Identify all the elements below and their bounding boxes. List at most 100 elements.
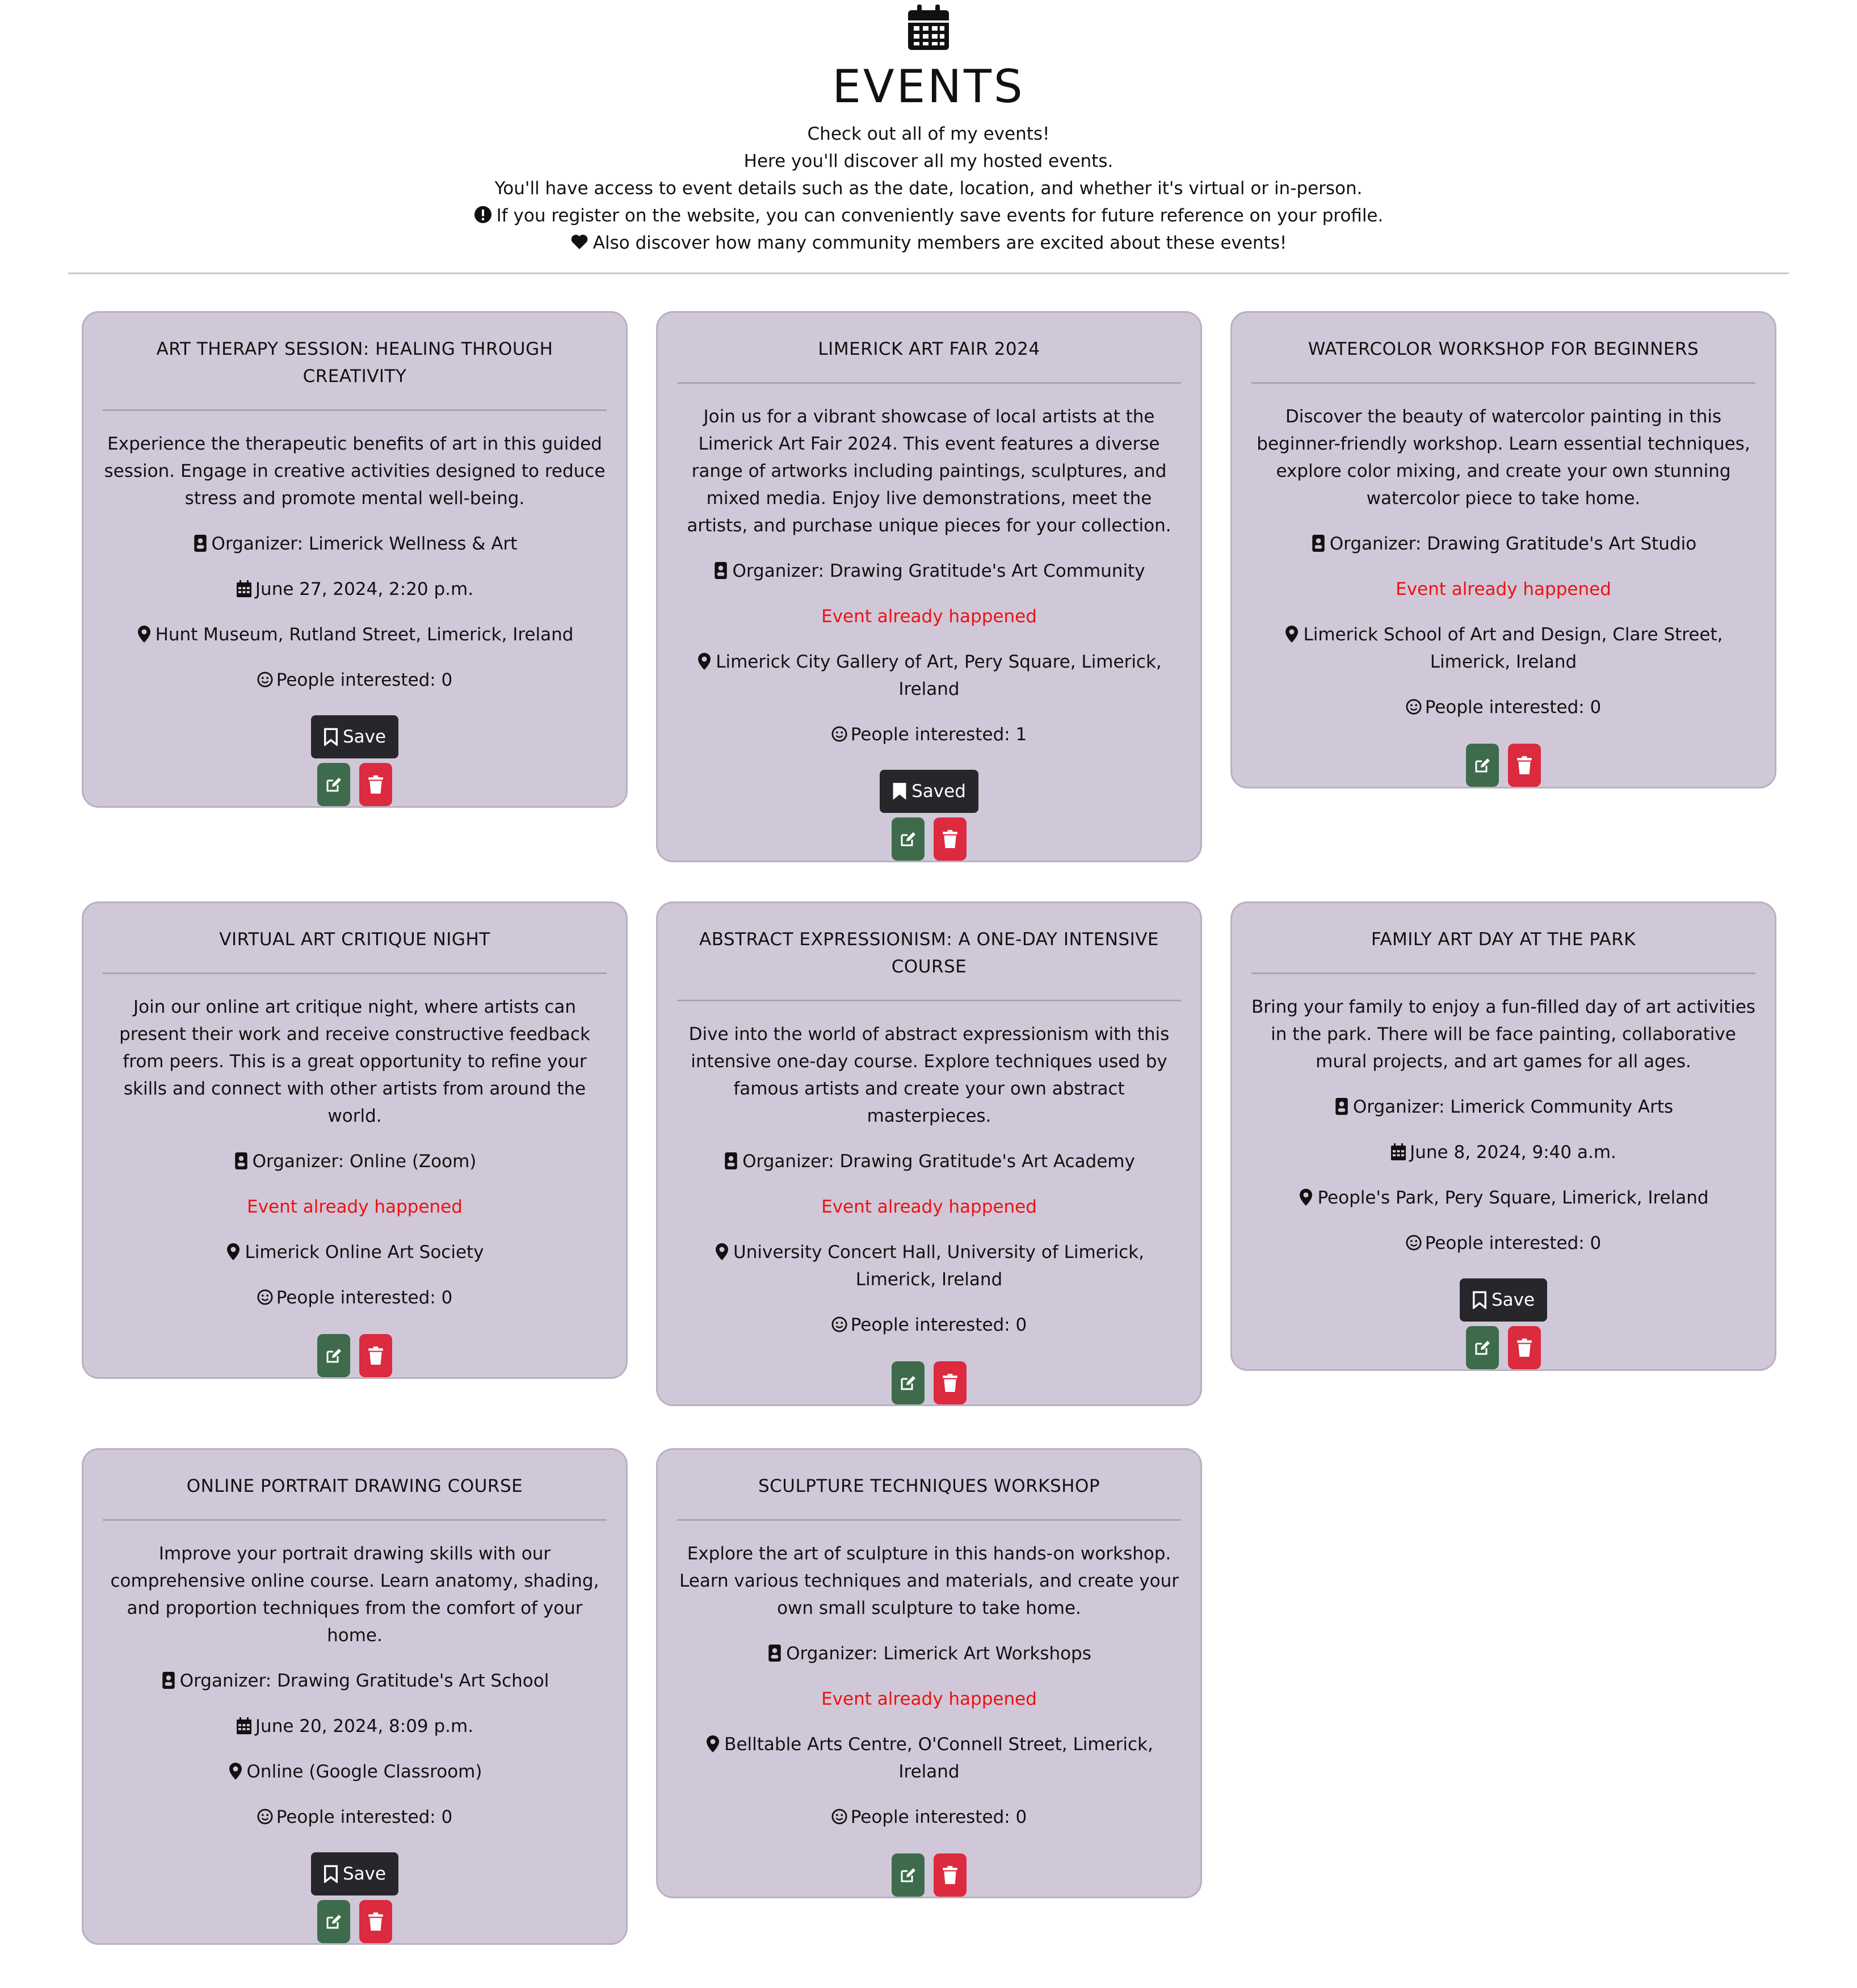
smiley-icon (1406, 699, 1422, 715)
organizer-text: Organizer: Drawing Gratitude's Art Commu… (732, 561, 1145, 581)
edit-event-button[interactable] (1466, 1326, 1499, 1369)
map-pin-icon (1285, 626, 1299, 643)
intro-line: You'll have access to event details such… (494, 178, 1363, 199)
delete-event-button[interactable] (1508, 1326, 1541, 1369)
edit-icon (901, 1868, 915, 1882)
card-actions (658, 817, 1200, 861)
page-title: EVENTS (832, 60, 1025, 113)
delete-event-button[interactable] (359, 1900, 392, 1943)
header-divider (68, 272, 1789, 274)
event-status: Event already happened (247, 1197, 463, 1217)
map-pin-icon (1300, 1189, 1313, 1206)
smiley-icon (831, 726, 847, 742)
interested-text: People interested: 0 (850, 1807, 1027, 1827)
intro-line-text: If you register on the website, you can … (496, 205, 1384, 226)
interested-text: People interested: 1 (850, 724, 1027, 745)
trash-icon (368, 1347, 383, 1365)
edit-event-button[interactable] (317, 1334, 350, 1377)
event-title: ABSTRACT EXPRESSIONISM: A ONE-DAY INTENS… (677, 926, 1181, 1001)
event-interested: People interested: 1 (675, 721, 1183, 748)
edit-event-button[interactable] (892, 817, 925, 861)
event-organizer: Organizer: Drawing Gratitude's Art Schoo… (100, 1667, 609, 1695)
event-status: Event already happened (821, 1197, 1037, 1217)
event-interested: People interested: 0 (675, 1804, 1183, 1831)
delete-event-button[interactable] (1508, 744, 1541, 787)
event-organizer: Organizer: Limerick Community Arts (1249, 1093, 1758, 1121)
save-event-button[interactable]: Save (310, 1852, 399, 1895)
edit-event-button[interactable] (317, 1900, 350, 1943)
organizer-text: Organizer: Limerick Wellness & Art (211, 534, 518, 554)
bookmark-outline-icon (323, 728, 338, 746)
smiley-icon (257, 1289, 273, 1305)
event-location: Belltable Arts Centre, O'Connell Street,… (675, 1731, 1183, 1785)
delete-event-button[interactable] (934, 817, 967, 861)
saved-event-button[interactable]: Saved (880, 770, 978, 813)
date-text: June 20, 2024, 8:09 p.m. (255, 1716, 474, 1737)
save-event-button[interactable]: Save (310, 715, 399, 758)
contact-card-icon (768, 1645, 781, 1662)
card-actions (658, 1853, 1200, 1897)
event-organizer: Organizer: Limerick Wellness & Art (100, 530, 609, 557)
event-status: Event already happened (821, 1689, 1037, 1709)
intro-text: Check out all of my events! Here you'll … (0, 120, 1857, 257)
event-organizer: Organizer: Drawing Gratitude's Art Commu… (675, 557, 1183, 585)
event-date: June 8, 2024, 9:40 a.m. (1249, 1139, 1758, 1166)
map-pin-icon (716, 1243, 729, 1260)
edit-icon (326, 1915, 341, 1929)
event-interested: People interested: 0 (100, 1284, 609, 1311)
intro-line-text: Also discover how many community members… (593, 233, 1287, 253)
event-organizer: Organizer: Limerick Art Workshops (675, 1640, 1183, 1667)
location-text: People's Park, Pery Square, Limerick, Ir… (1317, 1188, 1709, 1208)
delete-event-button[interactable] (359, 1334, 392, 1377)
save-label: Saved (911, 781, 966, 802)
event-title: LIMERICK ART FAIR 2024 (677, 335, 1181, 384)
event-description: Improve your portrait drawing skills wit… (110, 1544, 599, 1646)
trash-icon (368, 775, 383, 794)
intro-line-register: If you register on the website, you can … (0, 202, 1857, 229)
contact-card-icon (715, 562, 728, 579)
edit-event-button[interactable] (892, 1853, 925, 1897)
event-description: Bring your family to enjoy a fun-filled … (1251, 997, 1756, 1072)
location-text: Limerick School of Art and Design, Clare… (1303, 624, 1723, 672)
event-location: University Concert Hall, University of L… (675, 1239, 1183, 1293)
event-description: Discover the beauty of watercolor painti… (1257, 406, 1750, 509)
event-interested: People interested: 0 (1249, 1230, 1758, 1257)
delete-event-button[interactable] (934, 1361, 967, 1404)
edit-event-button[interactable] (317, 763, 350, 806)
organizer-text: Organizer: Limerick Community Arts (1352, 1097, 1674, 1117)
event-title: SCULPTURE TECHNIQUES WORKSHOP (677, 1473, 1181, 1521)
edit-icon (901, 832, 915, 846)
card-actions (658, 1361, 1200, 1404)
organizer-text: Organizer: Online (Zoom) (252, 1151, 477, 1172)
event-interested: People interested: 0 (675, 1311, 1183, 1339)
interested-text: People interested: 0 (276, 1807, 453, 1827)
trash-icon (368, 1912, 383, 1931)
edit-event-button[interactable] (892, 1361, 925, 1404)
save-label: Save (1491, 1290, 1535, 1310)
contact-card-icon (1312, 535, 1325, 552)
event-organizer: Organizer: Drawing Gratitude's Art Studi… (1249, 530, 1758, 557)
delete-event-button[interactable] (934, 1853, 967, 1897)
trash-icon (943, 1374, 957, 1392)
event-title: ART THERAPY SESSION: HEALING THROUGH CRE… (103, 335, 607, 411)
card-actions (1232, 744, 1775, 787)
delete-event-button[interactable] (359, 763, 392, 806)
contact-card-icon (194, 535, 207, 552)
event-location: Online (Google Classroom) (100, 1758, 609, 1785)
event-title: FAMILY ART DAY AT THE PARK (1251, 926, 1755, 974)
location-text: University Concert Hall, University of L… (733, 1242, 1144, 1290)
event-location: Hunt Museum, Rutland Street, Limerick, I… (100, 621, 609, 648)
event-card: VIRTUAL ART CRITIQUE NIGHT Join our onli… (82, 901, 628, 1379)
interested-text: People interested: 0 (1425, 697, 1602, 718)
event-title: VIRTUAL ART CRITIQUE NIGHT (103, 926, 607, 974)
interested-text: People interested: 0 (850, 1315, 1027, 1335)
smiley-icon (257, 1809, 273, 1825)
interested-text: People interested: 0 (1425, 1233, 1602, 1253)
card-actions (83, 1900, 626, 1943)
smiley-icon (1406, 1235, 1422, 1251)
interested-text: People interested: 0 (276, 1287, 453, 1308)
event-title: ONLINE PORTRAIT DRAWING COURSE (103, 1473, 607, 1521)
save-event-button[interactable]: Save (1459, 1278, 1548, 1322)
calendar-icon (236, 1717, 251, 1734)
edit-event-button[interactable] (1466, 744, 1499, 787)
